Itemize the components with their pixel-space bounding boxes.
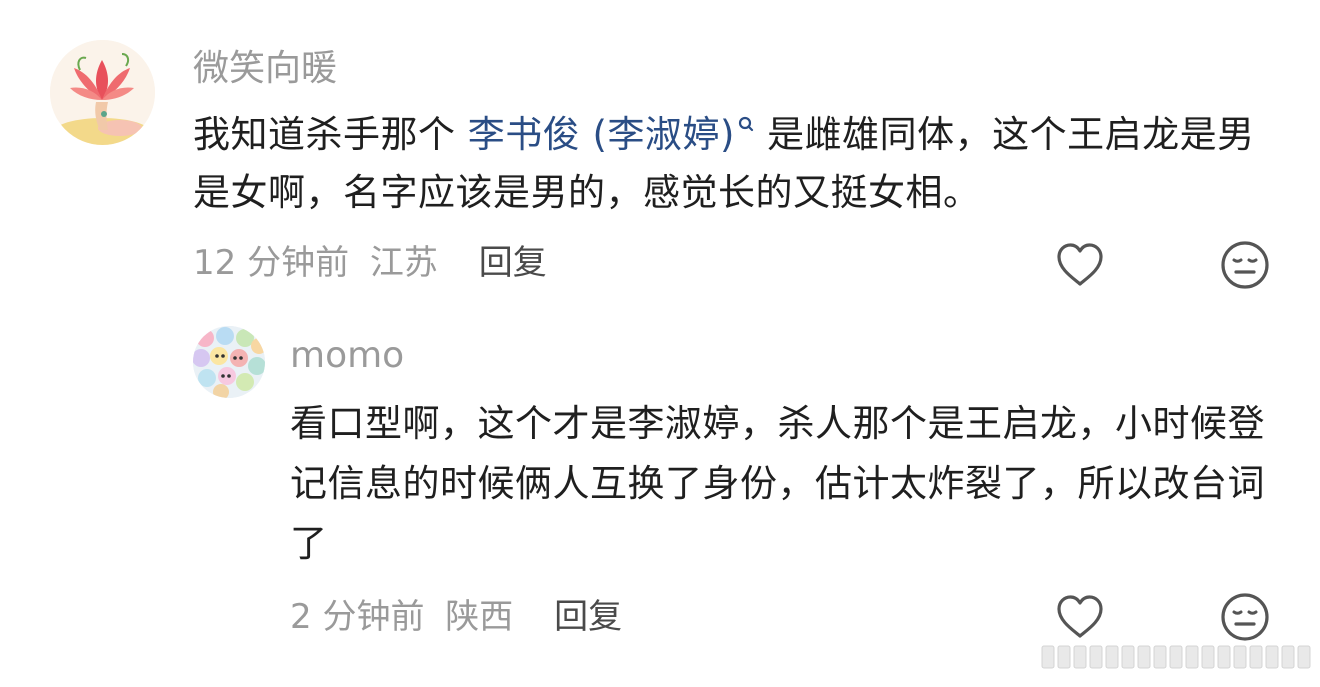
- reply-button[interactable]: 回复: [479, 243, 547, 283]
- dislike-button[interactable]: [1218, 238, 1272, 296]
- comment-text: 看口型啊，这个才是李淑婷，杀人那个是王启龙，小时候登记信息的时候俩人互换了身份，…: [290, 402, 1265, 565]
- heart-outline-icon: [1057, 595, 1103, 638]
- lotus-avatar-image: [50, 40, 155, 145]
- reply-button[interactable]: 回复: [554, 597, 622, 637]
- location: 陕西: [445, 597, 514, 637]
- search-icon[interactable]: [737, 116, 755, 138]
- comment-text: 我知道杀手那个 李书俊 (李淑婷) 是雌雄同体，这个王启龙是男是女啊，名字应该是…: [193, 106, 1263, 222]
- heart-outline-icon: [1057, 243, 1103, 286]
- comment-item: 微笑向暖 我知道杀手那个 李书俊 (李淑婷) 是雌雄同体，这个王启龙是男是女啊，…: [0, 0, 1320, 300]
- avatar[interactable]: [193, 326, 265, 398]
- meh-face-icon: [1221, 241, 1269, 289]
- comment-thread: 微笑向暖 我知道杀手那个 李书俊 (李淑婷) 是雌雄同体，这个王启龙是男是女啊，…: [0, 0, 1320, 687]
- reply-item: momo 看口型啊，这个才是李淑婷，杀人那个是王启龙，小时候登记信息的时候俩人互…: [0, 300, 1320, 687]
- timestamp: 2 分钟前: [290, 597, 425, 637]
- comment-meta: 2 分钟前 陕西 回复: [290, 594, 622, 640]
- location: 江苏: [369, 243, 438, 283]
- like-button[interactable]: [1053, 238, 1107, 296]
- timestamp: 12 分钟前: [193, 243, 350, 283]
- cartoon-pattern-avatar-image: [193, 326, 265, 398]
- search-link[interactable]: 李书俊 (李淑婷): [468, 113, 755, 156]
- username[interactable]: momo: [290, 333, 404, 379]
- comment-text-part: 我知道杀手那个: [193, 113, 468, 156]
- comment-meta: 12 分钟前 江苏 回复: [193, 240, 547, 286]
- watermark: [1041, 645, 1311, 669]
- avatar[interactable]: [50, 40, 155, 145]
- search-link-label[interactable]: 李书俊 (李淑婷): [468, 113, 735, 156]
- username[interactable]: 微笑向暖: [193, 46, 337, 92]
- meh-face-icon: [1221, 593, 1269, 641]
